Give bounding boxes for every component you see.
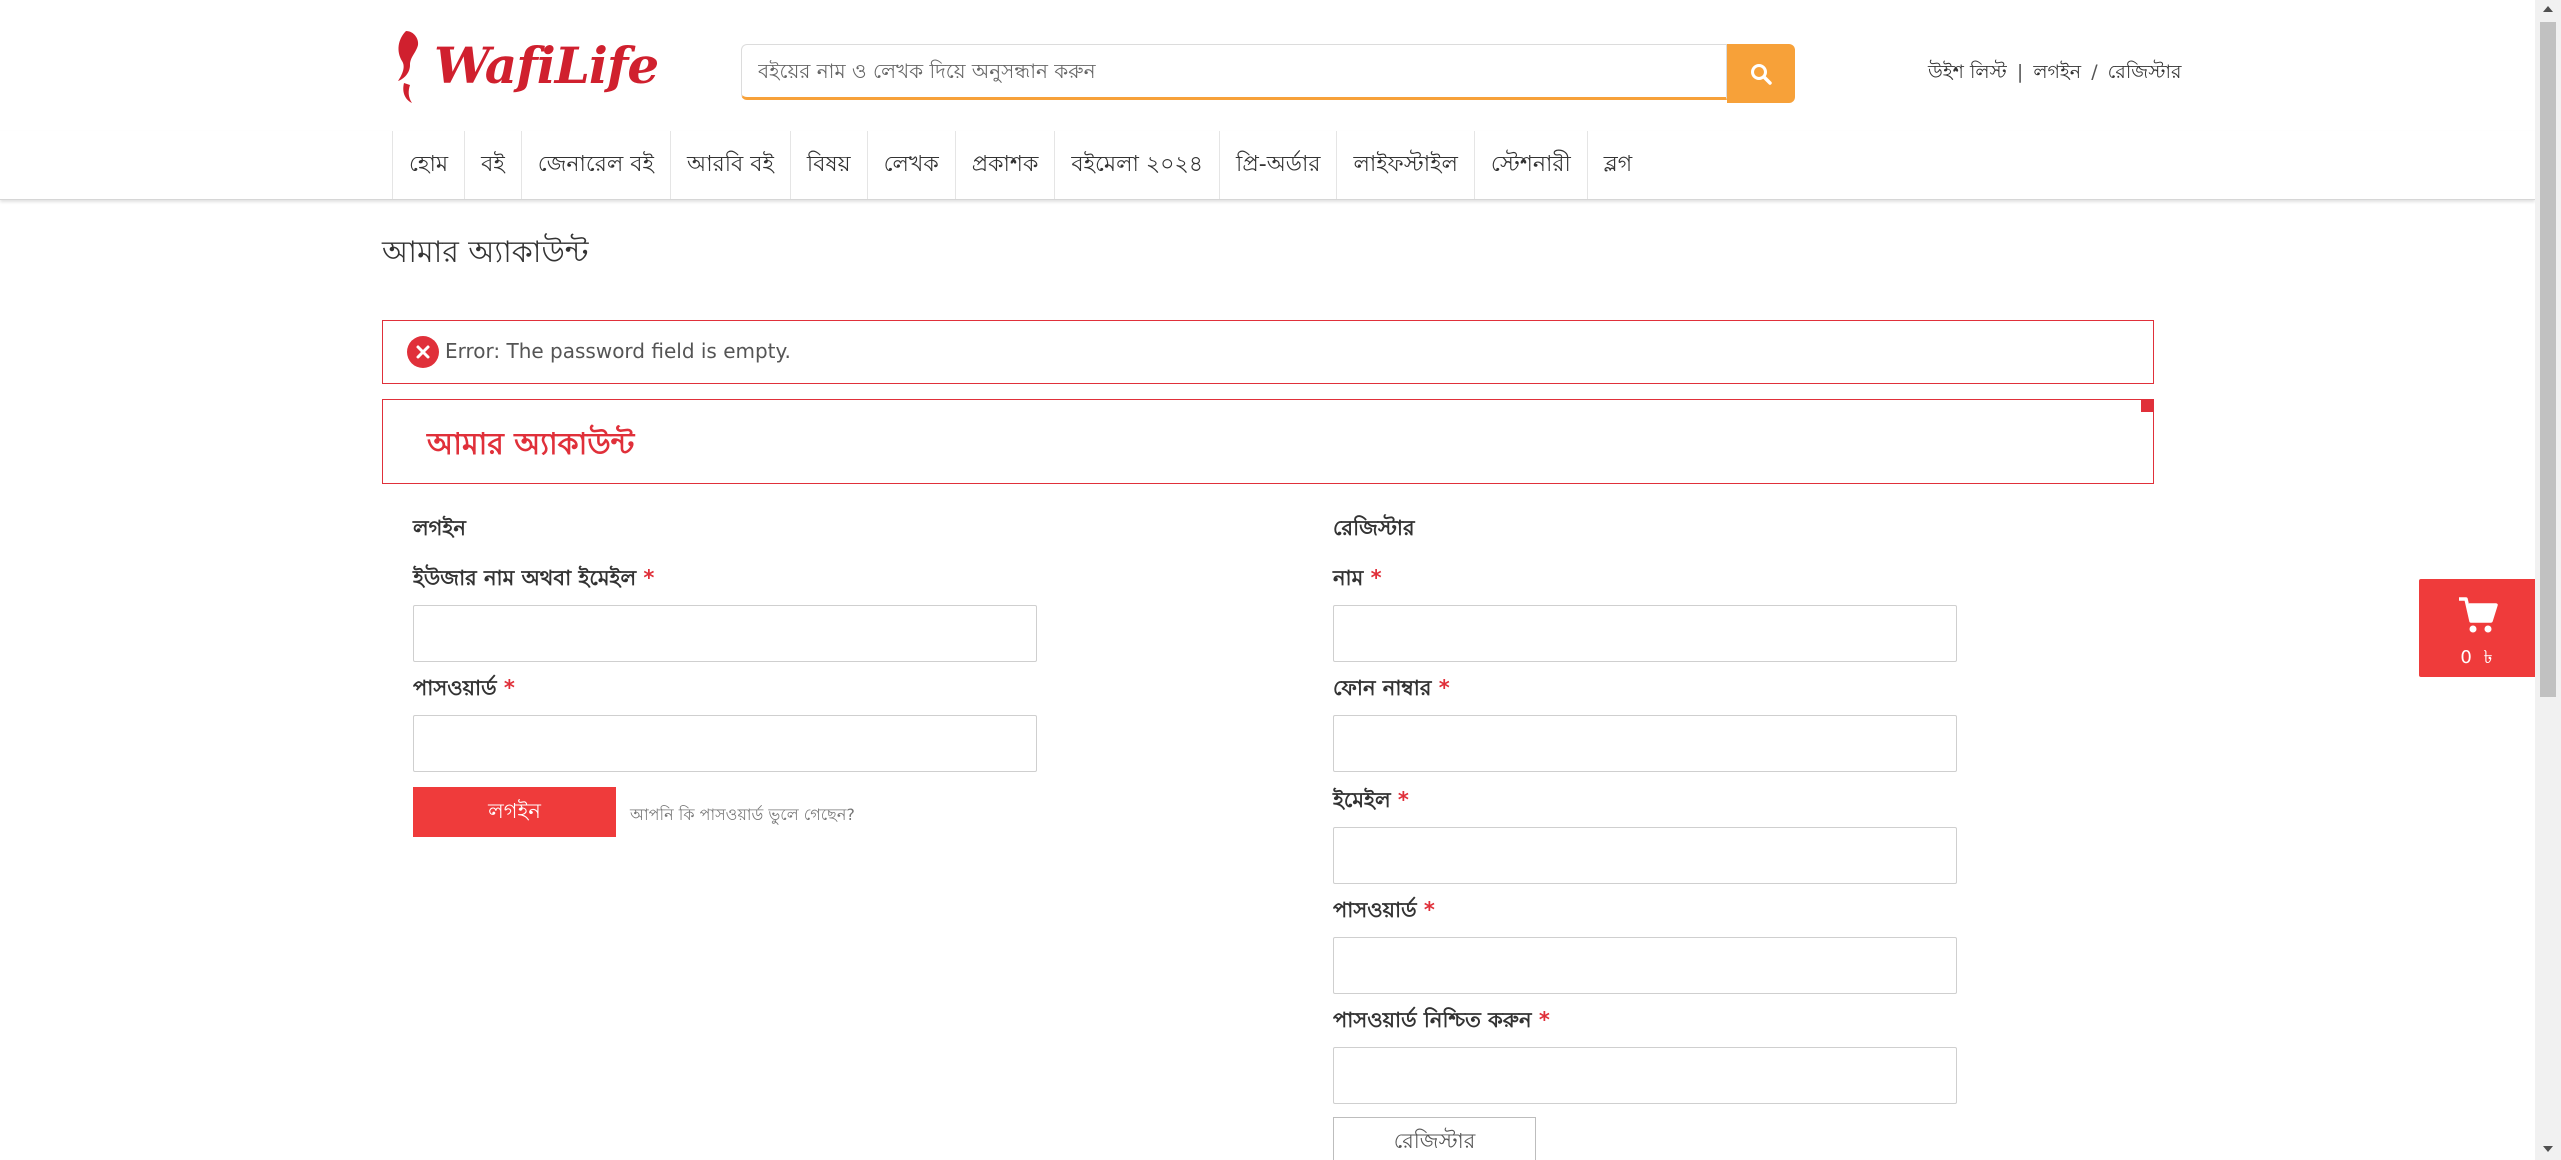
search-icon [1751, 63, 1772, 85]
password-input[interactable] [413, 715, 1037, 772]
required-mark: * [503, 676, 515, 700]
page-title: আমার অ্যাকাউন্ট [382, 235, 589, 270]
nav-item-stationery[interactable]: স্টেশনারী [1475, 131, 1588, 199]
register-button[interactable]: রেজিস্টার [1333, 1117, 1536, 1160]
link-separator: | [2016, 61, 2024, 83]
nav-item-lifestyle[interactable]: লাইফস্টাইল [1337, 131, 1475, 199]
account-banner: আমার অ্যাকাউন্ট [382, 399, 2154, 484]
account-banner-title: আমার অ্যাকাউন্ট [427, 427, 635, 462]
site-header: WafiLife উইশ লিস্ট | লগইন / রেজিস্টার [0, 0, 2535, 132]
search-button[interactable] [1727, 44, 1795, 103]
cart-icon [2459, 597, 2498, 633]
register-password-input[interactable] [1333, 937, 1957, 994]
register-password-label-text: পাসওয়ার্ড [1333, 898, 1417, 922]
error-notice: Error: The password field is empty. [382, 320, 2154, 384]
main-nav: হোম বই জেনারেল বই আরবি বই বিষয় লেখক প্র… [0, 131, 2535, 200]
error-x-icon [407, 336, 439, 368]
nav-item-authors[interactable]: লেখক [868, 131, 956, 199]
login-link[interactable]: লগইন [2033, 61, 2081, 83]
corner-mark [2141, 400, 2153, 412]
scrollbar-thumb[interactable] [2540, 22, 2556, 697]
error-message: Error: The password field is empty. [445, 339, 791, 363]
login-title: লগইন [413, 516, 466, 540]
nav-item-subjects[interactable]: বিষয় [791, 131, 868, 199]
scroll-up-icon[interactable] [2543, 6, 2553, 12]
required-mark: * [1438, 676, 1450, 700]
confirm-password-input[interactable] [1333, 1047, 1957, 1104]
search-bar [741, 44, 1795, 104]
phone-label-text: ফোন নাম্বার [1333, 676, 1432, 700]
username-label-text: ইউজার নাম অথবা ইমেইল [413, 566, 637, 590]
wishlist-link[interactable]: উইশ লিস্ট [1928, 61, 2007, 83]
logo-mark-icon [398, 31, 419, 103]
vertical-scrollbar[interactable] [2535, 0, 2561, 1160]
nav-item-arabic-books[interactable]: আরবি বই [671, 131, 791, 199]
floating-cart[interactable]: 0 ৳ [2419, 579, 2535, 677]
username-label: ইউজার নাম অথবা ইমেইল * [413, 562, 654, 597]
account-links: উইশ লিস্ট | লগইন / রেজিস্টার [1928, 58, 2181, 90]
confirm-password-label: পাসওয়ার্ড নিশ্চিত করুন * [1333, 1004, 1550, 1039]
link-slash: / [2091, 61, 2098, 83]
register-link[interactable]: রেজিস্টার [2108, 61, 2182, 83]
scroll-down-icon[interactable] [2543, 1146, 2553, 1152]
password-label-text: পাসওয়ার্ড [413, 676, 497, 700]
required-mark: * [1423, 898, 1435, 922]
required-mark: * [1370, 566, 1382, 590]
password-label: পাসওয়ার্ড * [413, 672, 515, 707]
search-input[interactable] [741, 44, 1727, 100]
email-label: ইমেইল * [1333, 784, 1409, 819]
logo-text: WafiLife [434, 35, 659, 95]
phone-label: ফোন নাম্বার * [1333, 672, 1450, 707]
email-label-text: ইমেইল [1333, 788, 1391, 812]
login-button[interactable]: লগইন [413, 787, 616, 837]
nav-list: হোম বই জেনারেল বই আরবি বই বিষয় লেখক প্র… [392, 131, 1648, 199]
required-mark: * [643, 566, 655, 590]
required-mark: * [1538, 1008, 1550, 1032]
confirm-password-label-text: পাসওয়ার্ড নিশ্চিত করুন [1333, 1008, 1532, 1032]
username-input[interactable] [413, 605, 1037, 662]
wafilife-logo[interactable]: WafiLife [392, 24, 659, 106]
nav-item-home[interactable]: হোম [392, 131, 466, 199]
forgot-password-link[interactable]: আপনি কি পাসওয়ার্ড ভুলে গেছেন? [630, 802, 855, 829]
name-label: নাম * [1333, 562, 1382, 597]
cart-total: 0 ৳ [2460, 647, 2496, 668]
name-label-text: নাম [1333, 566, 1364, 590]
page: WafiLife উইশ লিস্ট | লগইন / রেজিস্টার হো… [0, 0, 2535, 1160]
email-input[interactable] [1333, 827, 1957, 884]
nav-item-book-fair[interactable]: বইমেলা ২০২৪ [1055, 131, 1221, 199]
nav-item-pre-order[interactable]: প্রি-অর্ডার [1220, 131, 1338, 199]
register-title: রেজিস্টার [1333, 516, 1415, 540]
name-input[interactable] [1333, 605, 1957, 662]
register-password-label: পাসওয়ার্ড * [1333, 894, 1435, 929]
phone-input[interactable] [1333, 715, 1957, 772]
nav-item-blog[interactable]: ব্লগ [1588, 131, 1648, 199]
nav-item-general-books[interactable]: জেনারেল বই [522, 131, 671, 199]
nav-item-books[interactable]: বই [465, 131, 522, 199]
nav-item-publishers[interactable]: প্রকাশক [956, 131, 1056, 199]
required-mark: * [1397, 788, 1409, 812]
